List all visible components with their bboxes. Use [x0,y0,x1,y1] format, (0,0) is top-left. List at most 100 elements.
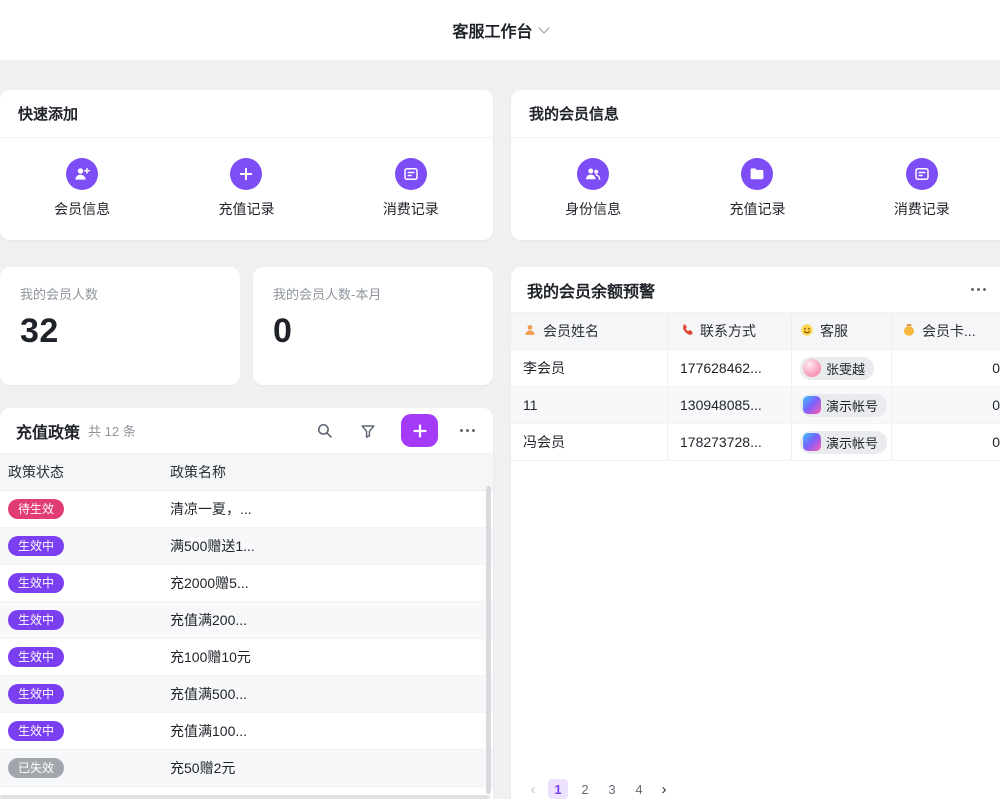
avatar [803,433,821,451]
consume-record-button[interactable]: 消费记录 [840,158,1000,219]
balance-warning-card: 我的会员余额预警 会员姓名 联系方式 客服 会员卡... 李会员 17 [511,267,1000,799]
member-row[interactable]: 冯会员 178273728... 演示帐号 0 [511,424,1000,461]
pagination: ‹ 1 2 3 4 › [525,779,672,799]
status-badge: 生效中 [8,684,64,704]
page-button-1[interactable]: 1 [548,779,568,799]
add-record-button[interactable] [401,414,438,447]
top-bar: 客服工作台 [0,0,1000,60]
member-contact: 177628462... [668,350,792,386]
policy-row[interactable]: 生效中 充值满200... [0,602,493,639]
policy-name: 充2000赠5... [162,573,493,593]
member-table-header: 会员姓名 联系方式 客服 会员卡... [511,313,1000,350]
policy-name: 充值满500... [162,684,493,704]
plus-icon [230,158,262,190]
policy-row[interactable]: 生效中 充值满100... [0,713,493,750]
avatar [803,359,821,377]
stat-label: 我的会员人数 [20,284,220,303]
person-icon [523,323,537,340]
avatar [803,396,821,414]
agent-pill: 张雯越 [800,357,874,380]
more-button[interactable] [969,284,988,295]
search-icon[interactable] [313,420,335,442]
policy-name: 充100赠10元 [162,647,493,667]
quick-add-consume-record[interactable]: 消费记录 [329,158,493,219]
status-badge: 生效中 [8,721,64,741]
policy-row[interactable]: 生效中 充2000赠5... [0,565,493,602]
receipt-icon [395,158,427,190]
folder-icon [741,158,773,190]
horizontal-scrollbar[interactable] [0,795,490,799]
my-member-info-header: 我的会员信息 [511,90,1000,138]
quick-add-actions: 会员信息 充值记录 消费记录 [0,138,493,238]
member-balance: 0 [892,397,1000,413]
column-header-status: 政策状态 [0,462,162,482]
policy-row[interactable]: 待生效 清凉一夏，... [0,491,493,528]
agent-pill: 演示帐号 [800,394,887,417]
moneybag-icon [902,323,916,340]
smiley-icon [800,323,814,340]
member-balance: 0 [892,360,1000,376]
page-next-button[interactable]: › [656,781,672,798]
status-badge: 待生效 [8,499,64,519]
page-button-3[interactable]: 3 [602,779,622,799]
quick-add-recharge-record-label: 充值记录 [218,199,274,219]
status-badge: 已失效 [8,758,64,778]
member-name: 11 [511,387,668,423]
quick-add-member-info-label: 会员信息 [54,199,110,219]
page-button-4[interactable]: 4 [629,779,649,799]
policy-table-header: 政策状态 政策名称 [0,454,493,491]
page-prev-button[interactable]: ‹ [525,781,541,798]
receipt-icon [906,158,938,190]
dashboard-root: 客服工作台 快速添加 会员信息 充值记录 [0,0,1000,799]
my-member-info-card: 我的会员信息 身份信息 充值记录 消费记录 [511,90,1000,240]
dashboard-switcher[interactable]: 客服工作台 [452,18,547,42]
quick-add-card: 快速添加 会员信息 充值记录 消费记录 [0,90,493,240]
recharge-policy-count: 共 12 条 [88,421,313,440]
member-add-icon [66,158,98,190]
my-member-info-title: 我的会员信息 [529,103,619,124]
chevron-down-icon [538,22,549,33]
policy-name: 清凉一夏，... [162,499,493,519]
policy-row[interactable]: 已失效 充50赠2元 [0,750,493,787]
stat-card-member-count-month: 我的会员人数-本月 0 [253,267,493,385]
stat-card-member-count: 我的会员人数 32 [0,267,240,385]
column-header-card-balance: 会员卡... [892,313,1000,349]
identity-info-button[interactable]: 身份信息 [511,158,675,219]
recharge-record-button[interactable]: 充值记录 [675,158,839,219]
stat-value: 0 [273,312,473,351]
member-agent: 演示帐号 [792,424,892,460]
status-badge: 生效中 [8,573,64,593]
policy-name: 充50赠2元 [162,758,493,778]
recharge-policy-title: 充值政策 [16,419,80,443]
filter-icon[interactable] [357,420,379,442]
member-name: 冯会员 [511,424,668,460]
balance-warning-title: 我的会员余额预警 [527,278,969,302]
member-contact: 130948085... [668,387,792,423]
balance-warning-header: 我的会员余额预警 [511,267,1000,313]
more-button[interactable] [458,425,477,436]
policy-name: 充值满100... [162,721,493,741]
member-balance: 0 [892,434,1000,450]
phone-icon [680,323,694,340]
vertical-scrollbar[interactable] [486,486,491,794]
column-header-contact: 联系方式 [668,313,792,349]
column-header-name: 政策名称 [162,462,493,482]
status-badge: 生效中 [8,610,64,630]
page-button-2[interactable]: 2 [575,779,595,799]
policy-row[interactable]: 生效中 充值满500... [0,676,493,713]
agent-pill: 演示帐号 [800,431,887,454]
policy-name: 充值满200... [162,610,493,630]
policy-row[interactable]: 生效中 满500赠送1... [0,528,493,565]
member-agent: 演示帐号 [792,387,892,423]
quick-add-recharge-record[interactable]: 充值记录 [164,158,328,219]
member-agent: 张雯越 [792,350,892,386]
quick-add-title: 快速添加 [18,103,78,124]
recharge-policy-header: 充值政策 共 12 条 [0,408,493,454]
policy-row[interactable]: 生效中 充100赠10元 [0,639,493,676]
quick-add-member-info[interactable]: 会员信息 [0,158,164,219]
member-row[interactable]: 李会员 177628462... 张雯越 0 [511,350,1000,387]
stat-value: 32 [20,312,220,351]
member-row[interactable]: 11 130948085... 演示帐号 0 [511,387,1000,424]
status-badge: 生效中 [8,536,64,556]
column-header-agent: 客服 [792,313,892,349]
